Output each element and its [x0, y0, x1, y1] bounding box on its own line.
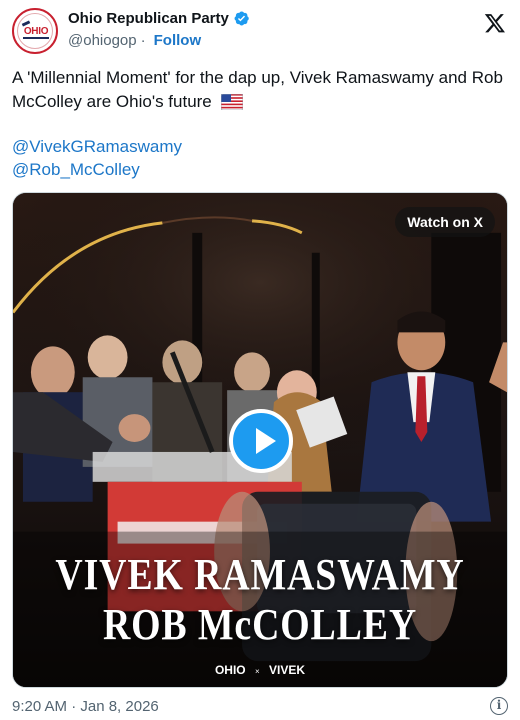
post-body: A 'Millennial Moment' for the dap up, Vi…	[12, 68, 503, 111]
video-caption-line2: ROB McCOLLEY	[102, 600, 418, 649]
watch-on-x-button[interactable]: Watch on X	[395, 207, 495, 237]
account-handle-row: @ohiogop · Follow	[68, 32, 201, 49]
play-button[interactable]	[229, 409, 293, 473]
account-name-row: Ohio Republican Party	[68, 10, 250, 27]
x-logo-icon[interactable]	[484, 12, 506, 34]
post-text: A 'Millennial Moment' for the dap up, Vi…	[12, 66, 508, 114]
ohio-gop-logo: OHIO	[214, 663, 246, 677]
mention-vivek[interactable]: @VivekGRamaswamy	[12, 135, 182, 159]
mention-rob[interactable]: @Rob_McColley	[12, 158, 140, 182]
us-flag-icon	[220, 94, 243, 110]
ohio-gop-logo-icon: OHIO	[17, 13, 53, 49]
avatar[interactable]: OHIO	[12, 8, 58, 54]
post-timestamp[interactable]: 9:20 AM · Jan 8, 2026	[12, 698, 159, 715]
video-logos: OHIO × VIVEK	[13, 663, 507, 677]
info-icon[interactable]: i	[490, 697, 508, 715]
separator-dot: ·	[140, 32, 146, 49]
verified-badge-icon	[234, 11, 249, 26]
follow-button[interactable]: Follow	[154, 32, 202, 49]
account-name[interactable]: Ohio Republican Party	[68, 10, 229, 27]
vivek-logo: VIVEK	[269, 663, 306, 677]
video-player[interactable]: Watch on X VIVEK RAMASWAMY ROB McCOLLEY …	[12, 192, 508, 688]
logo-separator: ×	[254, 667, 260, 676]
avatar-logo-text: OHIO	[23, 26, 49, 37]
post-header: OHIO Ohio Republican Party @ohiogop · Fo…	[12, 8, 508, 54]
account-handle[interactable]: @ohiogop	[68, 32, 137, 49]
video-caption-line1: VIVEK RAMASWAMY	[55, 550, 465, 599]
